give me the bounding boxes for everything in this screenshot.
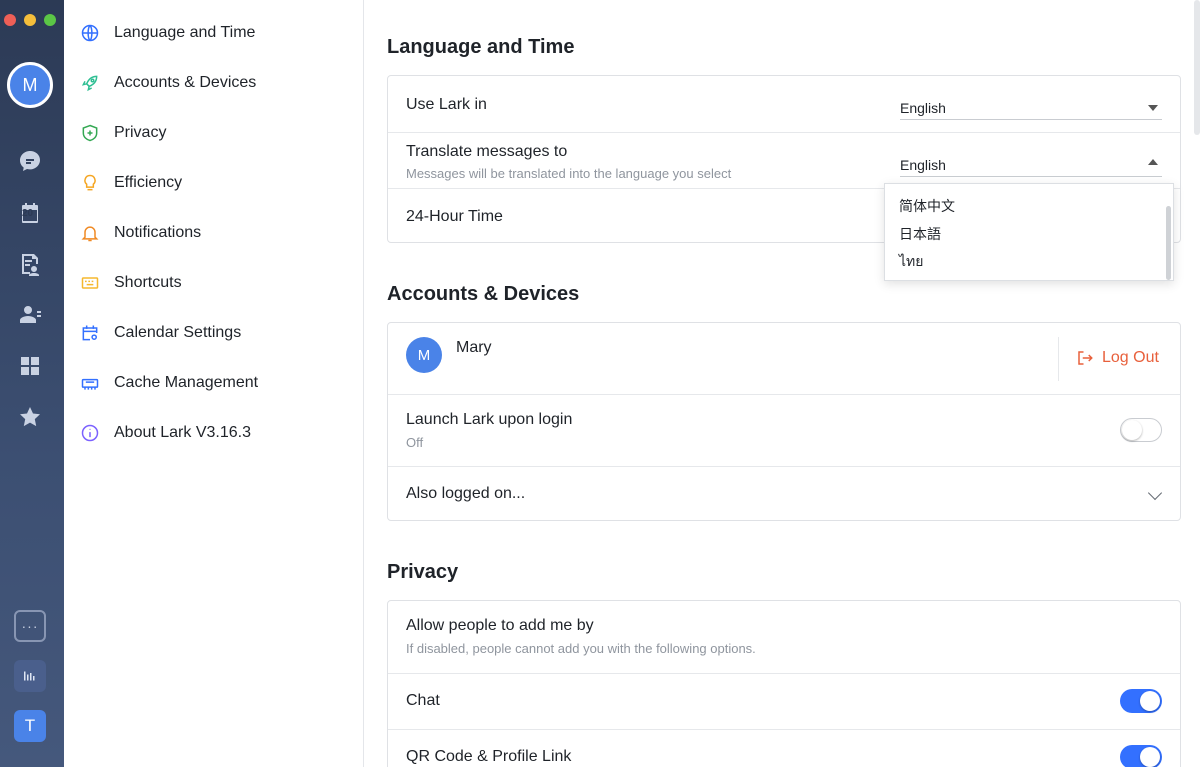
close-window-button[interactable] xyxy=(4,14,16,26)
workspace-switcher[interactable]: T xyxy=(14,710,46,742)
chevron-down-icon xyxy=(1148,105,1158,111)
chat-row: Chat xyxy=(388,673,1180,729)
keyboard-icon xyxy=(80,273,100,293)
dropdown-scrollbar[interactable] xyxy=(1166,206,1171,280)
sidebar-item-label: Cache Management xyxy=(114,374,259,391)
lightbulb-icon xyxy=(80,173,100,193)
analytics-app-button[interactable] xyxy=(14,660,46,692)
translate-label: Translate messages to xyxy=(406,143,568,160)
sidebar-item-efficiency[interactable]: Efficiency xyxy=(80,167,182,199)
sidebar-item-label: Accounts & Devices xyxy=(114,74,257,91)
sidebar-item-about[interactable]: About Lark V3.16.3 xyxy=(80,417,251,449)
sidebar-item-accounts[interactable]: Accounts & Devices xyxy=(80,67,256,99)
launch-toggle[interactable] xyxy=(1120,418,1162,442)
sidebar-item-language[interactable]: Language and Time xyxy=(80,17,255,49)
translate-row: Translate messages to Messages will be t… xyxy=(388,132,1180,188)
sidebar-item-label: Calendar Settings xyxy=(114,324,242,341)
account-row: M Mary Log Out xyxy=(388,323,1180,394)
chat-toggle[interactable] xyxy=(1120,689,1162,713)
sidebar-item-label: Shortcuts xyxy=(114,274,182,291)
launch-status: Off xyxy=(406,435,424,450)
contacts-icon[interactable] xyxy=(16,301,44,329)
sidebar-item-calendar-settings[interactable]: Calendar Settings xyxy=(80,317,241,349)
calendar-day-number: 20 xyxy=(22,208,34,219)
settings-main: Language and Time Use Lark in English Tr… xyxy=(364,0,1200,767)
sidebar-item-shortcuts[interactable]: Shortcuts xyxy=(80,267,182,299)
minimize-window-button[interactable] xyxy=(24,14,36,26)
log-out-button[interactable]: Log Out xyxy=(1076,349,1159,367)
favorites-star-icon[interactable] xyxy=(16,403,44,431)
globe-icon xyxy=(80,23,100,43)
allow-label: Allow people to add me by xyxy=(406,617,594,634)
translate-dropdown-menu: 简体中文 日本語 ไทย xyxy=(884,183,1174,281)
dropdown-option[interactable]: 日本語 xyxy=(899,224,941,244)
app-rail: M 20 ··· T xyxy=(0,0,64,767)
sidebar-item-privacy[interactable]: Privacy xyxy=(80,117,166,149)
workplace-icon[interactable] xyxy=(16,352,44,380)
info-icon xyxy=(80,423,100,443)
user-name: Mary xyxy=(456,339,492,356)
launch-label: Launch Lark upon login xyxy=(406,411,573,428)
use-lark-in-value: English xyxy=(900,100,946,116)
sidebar-item-label: Privacy xyxy=(114,124,167,141)
use-lark-in-select[interactable]: English xyxy=(900,90,1162,120)
use-lark-in-label: Use Lark in xyxy=(406,96,487,113)
sidebar-item-label: Efficiency xyxy=(114,174,183,191)
accounts-card: M Mary Log Out Launch Lark upon login Of… xyxy=(387,322,1181,521)
chevron-up-icon xyxy=(1148,159,1158,165)
qr-row: QR Code & Profile Link xyxy=(388,729,1180,767)
chevron-down-icon[interactable] xyxy=(1147,485,1163,501)
profile-avatar[interactable]: M xyxy=(7,62,53,108)
window-controls xyxy=(4,14,56,26)
translate-value: English xyxy=(900,157,946,173)
zoom-window-button[interactable] xyxy=(44,14,56,26)
logout-icon xyxy=(1078,351,1093,365)
qr-toggle[interactable] xyxy=(1120,745,1162,767)
section-title-accounts: Accounts & Devices xyxy=(387,283,580,305)
memory-icon xyxy=(80,373,100,393)
calendar-gear-icon xyxy=(80,323,100,343)
sidebar-item-label: Language and Time xyxy=(114,24,256,41)
rocket-icon xyxy=(80,73,100,93)
use-lark-in-row: Use Lark in English xyxy=(388,76,1180,132)
main-scrollbar[interactable] xyxy=(1194,0,1200,135)
also-logged-row[interactable]: Also logged on... xyxy=(388,466,1180,522)
chat-label: Chat xyxy=(406,692,440,709)
sidebar-item-notifications[interactable]: Notifications xyxy=(80,217,201,249)
divider xyxy=(1058,337,1059,381)
hour24-label: 24-Hour Time xyxy=(406,208,503,225)
more-apps-button[interactable]: ··· xyxy=(14,610,46,642)
shield-icon xyxy=(80,123,100,143)
also-logged-label: Also logged on... xyxy=(406,485,526,502)
bar-chart-icon xyxy=(24,671,35,681)
log-out-label: Log Out xyxy=(1102,349,1159,366)
settings-sidebar: Language and Time Accounts & Devices Pri… xyxy=(64,0,364,767)
translate-select[interactable]: English xyxy=(900,147,1162,177)
sidebar-item-cache[interactable]: Cache Management xyxy=(80,367,258,399)
calendar-icon[interactable]: 20 xyxy=(16,199,44,227)
docs-icon[interactable] xyxy=(16,250,44,278)
bell-icon xyxy=(80,223,100,243)
allow-description: If disabled, people cannot add you with … xyxy=(406,641,756,656)
dropdown-option[interactable]: ไทย xyxy=(899,251,923,273)
messenger-icon[interactable] xyxy=(16,147,44,175)
section-title-privacy: Privacy xyxy=(387,561,459,583)
sidebar-item-label: Notifications xyxy=(114,224,202,241)
translate-description: Messages will be translated into the lan… xyxy=(406,166,732,181)
sidebar-item-label: About Lark V3.16.3 xyxy=(114,424,251,441)
launch-row: Launch Lark upon login Off xyxy=(388,394,1180,466)
allow-row: Allow people to add me by If disabled, p… xyxy=(388,601,1180,673)
user-avatar: M xyxy=(406,337,442,373)
section-title-language: Language and Time xyxy=(387,36,575,58)
dropdown-option[interactable]: 简体中文 xyxy=(899,196,955,216)
qr-label: QR Code & Profile Link xyxy=(406,748,572,765)
privacy-card: Allow people to add me by If disabled, p… xyxy=(387,600,1181,767)
